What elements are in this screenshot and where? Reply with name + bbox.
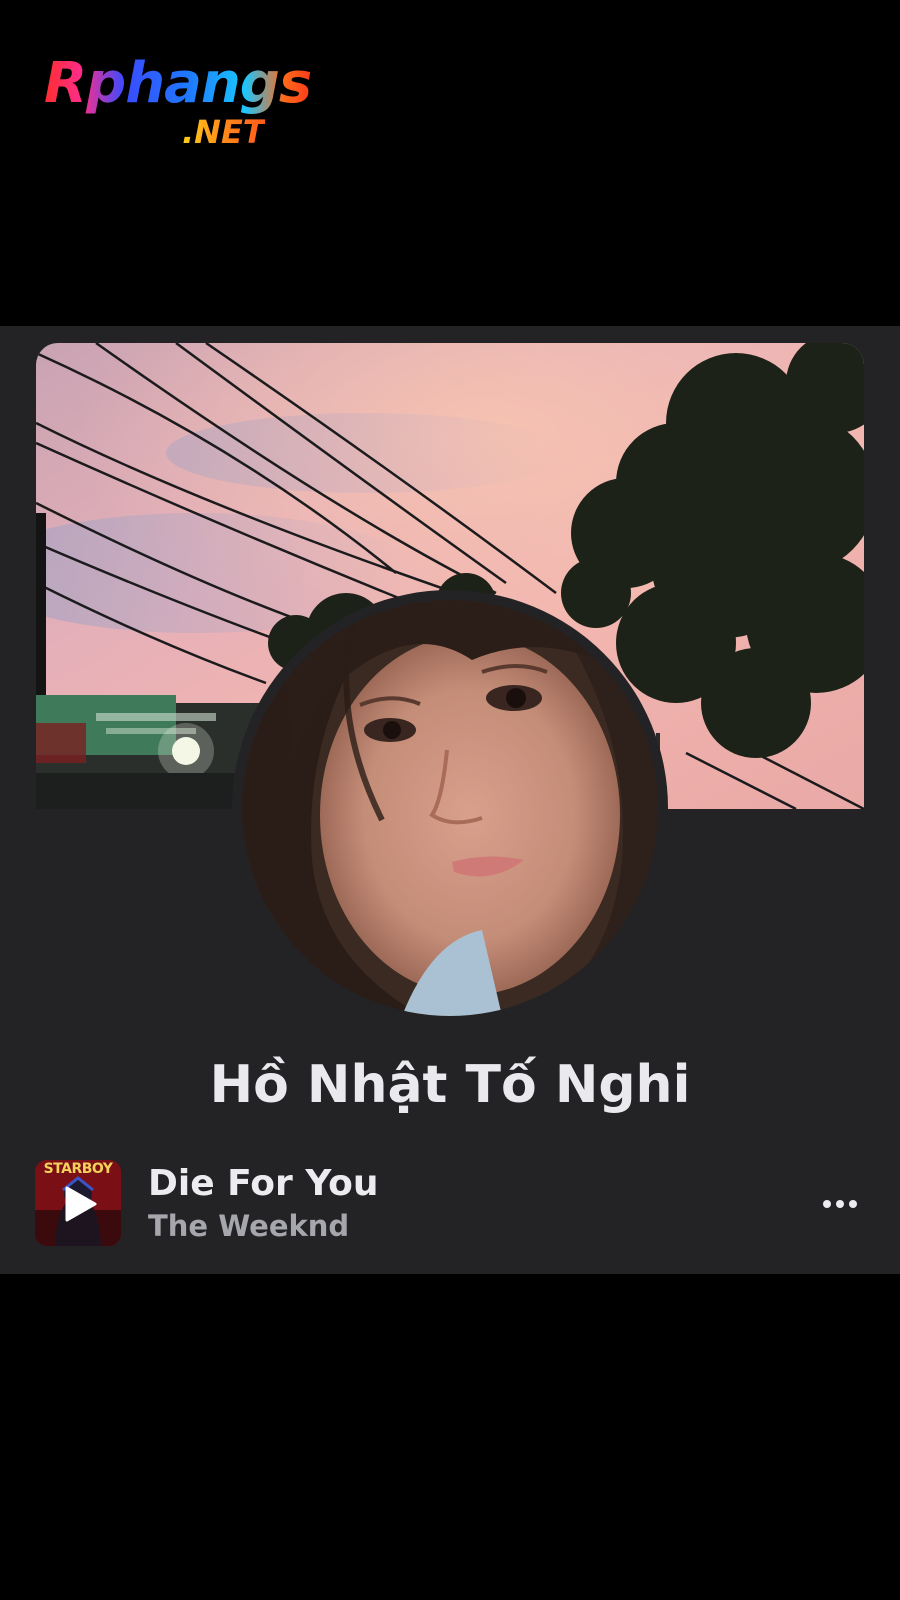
avatar[interactable] xyxy=(242,600,658,1016)
profile-card: Hồ Nhật Tố Nghi STARBOY Die For You The … xyxy=(0,326,900,1274)
more-dot xyxy=(849,1200,857,1208)
play-icon[interactable] xyxy=(63,1186,97,1222)
more-dot xyxy=(836,1200,844,1208)
song-title: Die For You xyxy=(148,1163,379,1204)
album-text: STARBOY xyxy=(43,1161,113,1177)
more-dot xyxy=(823,1200,831,1208)
watermark-logo: Rphangs .NET xyxy=(44,52,324,162)
avatar-ring xyxy=(232,590,668,1026)
watermark-suffix: .NET xyxy=(182,113,265,151)
album-cover[interactable]: STARBOY xyxy=(35,1160,121,1246)
watermark-brand: Rphangs xyxy=(44,51,312,116)
song-artist: The Weeknd xyxy=(148,1209,350,1243)
screen: Rphangs .NET Hồ Nhật Tố Nghi STARBOY Die… xyxy=(0,0,900,1600)
more-icon[interactable] xyxy=(816,1184,864,1224)
profile-music[interactable]: STARBOY Die For You The Weeknd xyxy=(0,1156,900,1252)
profile-name: Hồ Nhật Tố Nghi xyxy=(209,1055,691,1115)
